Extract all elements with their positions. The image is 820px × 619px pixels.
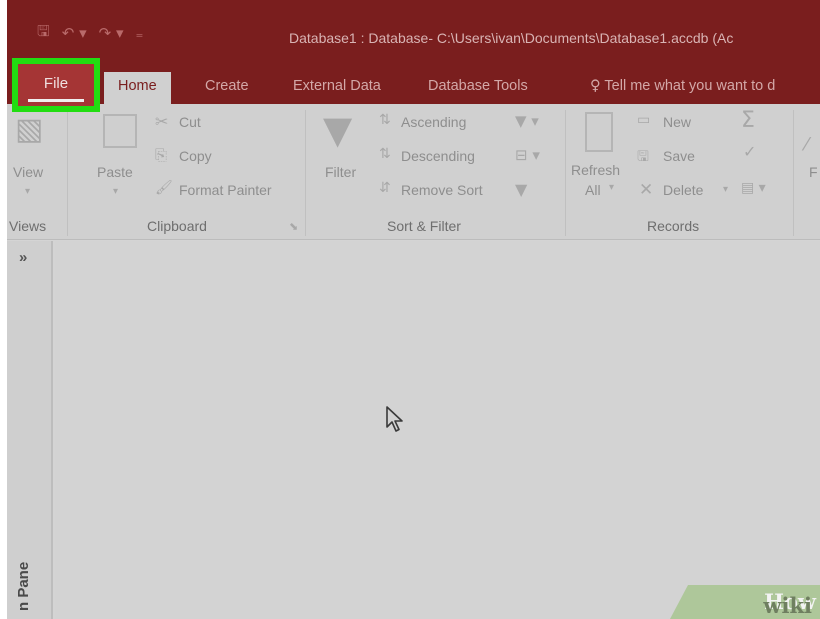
group-divider [565, 110, 566, 236]
wikihow-watermark: wiki How [670, 585, 820, 619]
tab-file-label: File [43, 75, 69, 92]
tab-home[interactable]: Home [104, 72, 171, 104]
records-group-label: Records [647, 218, 700, 234]
document-work-area[interactable] [55, 241, 820, 619]
ribbon-tabs: Home Create External Data Database Tools… [7, 64, 820, 104]
filter-button[interactable]: Filter [325, 164, 356, 180]
format-painter-icon: 🖌 [155, 180, 173, 196]
document-title: Database1 : Database- C:\Users\ivan\Docu… [289, 30, 734, 46]
ribbon: ▧ View ▾ Views Paste ▾ ✂ Cut ⎘ Copy 🖌 Fo… [7, 104, 820, 240]
group-divider [305, 110, 306, 236]
selection-filter-icon[interactable]: ▼ ▾ [515, 112, 539, 130]
remove-sort-button[interactable]: Remove Sort [401, 182, 483, 198]
file-tab-underline [28, 99, 84, 102]
tab-create[interactable]: Create [205, 72, 249, 104]
tab-file[interactable]: File [12, 58, 100, 112]
ascending-button[interactable]: Ascending [401, 114, 466, 130]
tab-database-tools[interactable]: Database Tools [428, 72, 528, 104]
copy-button[interactable]: Copy [179, 148, 212, 164]
redo-icon[interactable]: ↷ ▾ [99, 24, 124, 42]
refresh-icon [585, 112, 613, 152]
group-divider [67, 110, 68, 236]
access-window: 🖫 ↶ ▾ ↷ ▾ ₌ Database1 : Database- C:\Use… [7, 0, 820, 619]
find-icon: ⁄ [805, 134, 809, 155]
toggle-filter-icon[interactable]: ▼ [515, 180, 527, 199]
spelling-icon[interactable]: ✓ [743, 142, 756, 161]
paste-icon [103, 114, 137, 148]
navigation-pane: » n Pane [7, 241, 53, 619]
clipboard-group-label: Clipboard [147, 218, 207, 234]
view-button[interactable]: View [13, 164, 43, 180]
chevron-down-icon: ▾ [113, 186, 119, 197]
sort-filter-group-label: Sort & Filter [387, 218, 461, 234]
lightbulb-icon: ♀ [590, 78, 601, 94]
quick-access-toolbar: 🖫 ↶ ▾ ↷ ▾ ₌ [37, 22, 143, 44]
views-group-label: Views [9, 218, 47, 234]
remove-sort-icon: ⇵ [379, 180, 391, 196]
expand-nav-pane-icon[interactable]: » [19, 249, 27, 266]
new-record-icon: ▭ [637, 112, 651, 128]
find-button-partial[interactable]: F [809, 164, 818, 180]
descending-button[interactable]: Descending [401, 148, 475, 164]
copy-icon: ⎘ [155, 146, 168, 164]
dialog-launcher-icon[interactable]: ⬊ [289, 220, 298, 233]
customize-icon[interactable]: ₌ [136, 24, 144, 42]
view-icon: ▧ [15, 112, 44, 147]
watermark-wiki: wiki [763, 593, 812, 618]
sort-descending-icon: ⇅ [379, 146, 391, 162]
refresh-all-label: All [585, 182, 601, 198]
undo-icon[interactable]: ↶ ▾ [62, 24, 87, 42]
tell-me-box[interactable]: ♀ Tell me what you want to d [590, 72, 775, 104]
tab-external-data[interactable]: External Data [293, 72, 381, 104]
new-record-button[interactable]: New [663, 114, 691, 130]
save-record-icon: 🖫 [637, 149, 649, 165]
paste-button[interactable]: Paste [97, 164, 133, 180]
chevron-down-icon: ▾ [25, 186, 31, 197]
sort-ascending-icon: ⇅ [379, 112, 391, 128]
nav-pane-label: n Pane [15, 561, 32, 611]
more-records-icon[interactable]: ▤ ▾ [741, 180, 766, 196]
title-bar: 🖫 ↶ ▾ ↷ ▾ ₌ Database1 : Database- C:\Use… [7, 0, 820, 64]
save-icon[interactable]: 🖫 [37, 21, 50, 46]
mouse-cursor-icon [386, 406, 403, 432]
delete-icon: ✕ [639, 180, 654, 200]
chevron-down-icon: ▾ [609, 182, 615, 193]
chevron-down-icon: ▾ [723, 184, 729, 195]
filter-icon: ▼ [323, 108, 353, 152]
save-record-button[interactable]: Save [663, 148, 695, 164]
scissors-icon: ✂ [155, 112, 169, 131]
advanced-filter-icon[interactable]: ⊟ ▾ [515, 146, 540, 164]
tell-me-text: Tell me what you want to d [604, 78, 776, 94]
totals-icon[interactable]: Σ [741, 108, 755, 133]
format-painter-button[interactable]: Format Painter [179, 182, 272, 198]
refresh-all-button[interactable]: Refresh [571, 162, 620, 178]
group-divider [793, 110, 794, 236]
cut-button[interactable]: Cut [179, 114, 201, 130]
delete-button[interactable]: Delete [663, 182, 703, 198]
